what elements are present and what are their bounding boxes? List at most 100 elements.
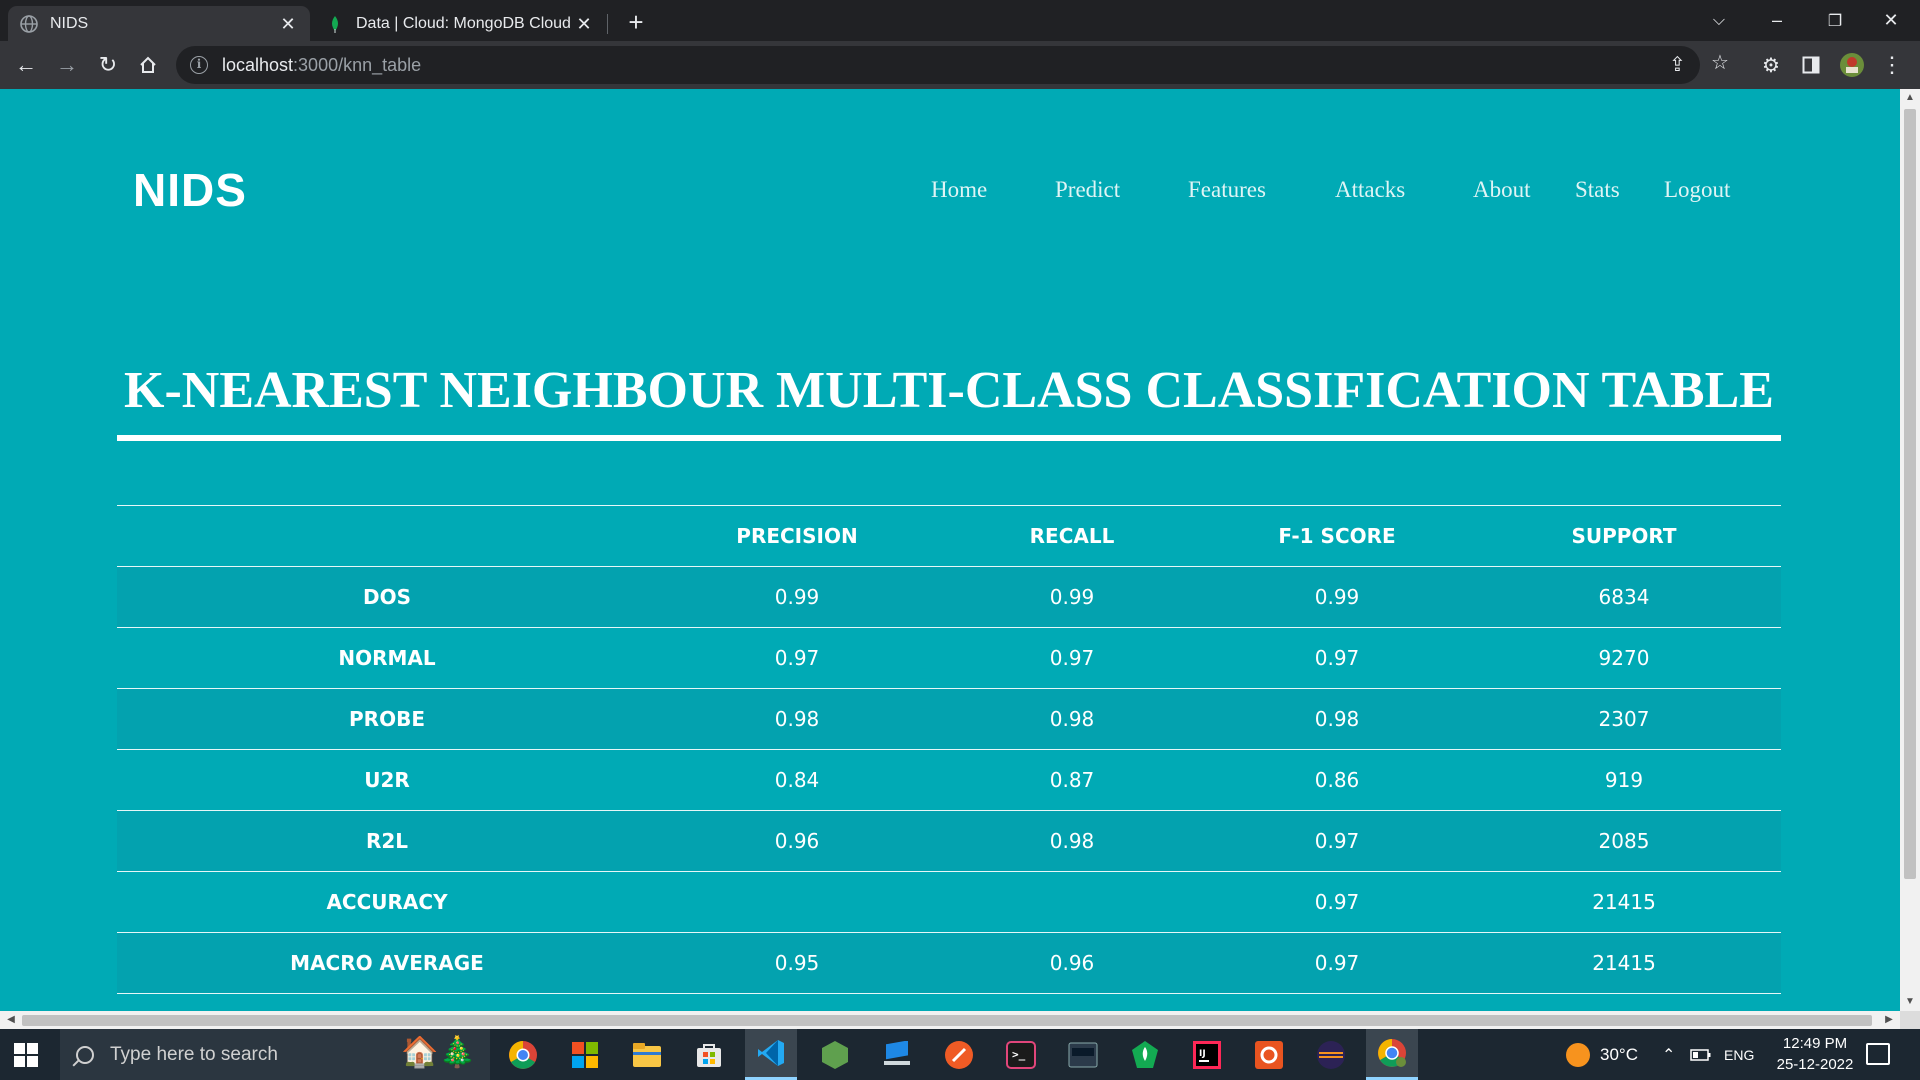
tab-title: NIDS [50,14,89,32]
nav-about[interactable]: About [1473,177,1531,203]
nav-home[interactable]: Home [931,177,987,203]
browser-toolbar: ← → ↻ i localhost:3000/knn_table ⇪ ☆ ⚙ ⋮ [0,41,1920,89]
precision-cell: 0.98 [657,688,937,750]
row-label: ACCURACY [117,871,657,933]
tab-title: Data | Cloud: MongoDB Cloud [356,14,571,32]
eclipse-icon[interactable] [1314,1038,1348,1072]
show-hidden-icons-chevron-icon[interactable]: ⌃ [1662,1029,1675,1080]
weather-temperature: 30°C [1600,1044,1638,1064]
microsoft-365-icon[interactable] [568,1038,602,1072]
table-header-row: PRECISION RECALL F-1 SCORE SUPPORT [117,505,1781,567]
side-panel-icon[interactable] [1795,49,1827,81]
title-underline [117,435,1781,441]
f1-score-cell: 0.97 [1207,871,1467,933]
chrome-icon[interactable] [506,1038,540,1072]
support-cell: 919 [1467,749,1781,811]
scroll-right-arrow-icon[interactable]: ▶ [1880,1011,1898,1029]
bookmark-star-icon[interactable]: ☆ [1711,50,1729,75]
page-content: NIDS Home Predict Features Attacks About… [0,89,1900,1011]
nav-predict[interactable]: Predict [1055,177,1120,203]
f1-score-cell: 0.86 [1207,749,1467,811]
nodejs-icon[interactable] [818,1038,852,1072]
forward-arrow-icon[interactable]: → [51,49,83,81]
profile-avatar[interactable] [1836,49,1868,81]
f1-score-cell: 0.99 [1207,566,1467,628]
weather-widget[interactable]: 30°C [1566,1029,1638,1080]
scroll-down-arrow-icon[interactable]: ▼ [1900,993,1920,1011]
restore-button[interactable]: ❐ [1806,0,1864,41]
nav-features[interactable]: Features [1188,177,1266,203]
holiday-decoration-icon: 🏠🎄 [401,1036,476,1069]
address-bar[interactable]: i localhost:3000/knn_table ⇪ ☆ [176,46,1729,84]
support-cell: 6834 [1467,566,1781,628]
scroll-left-arrow-icon[interactable]: ◀ [2,1011,20,1029]
new-tab-button[interactable]: + [622,8,650,36]
row-label: PROBE [117,688,657,750]
postman-icon[interactable] [942,1038,976,1072]
scroll-up-arrow-icon[interactable]: ▲ [1900,89,1920,107]
taskbar-search-box[interactable]: Type here to search 🏠🎄 [60,1029,490,1080]
back-arrow-icon[interactable]: ← [10,49,42,81]
extensions-icon[interactable]: ⚙ [1755,49,1787,81]
intellij-icon[interactable]: IJ [1190,1038,1224,1072]
column-header-f1-score: F-1 SCORE [1207,505,1467,567]
precision-cell: 0.96 [657,810,937,872]
reload-icon[interactable]: ↻ [92,49,124,81]
mongodb-leaf-icon [326,15,344,33]
windows-start-icon[interactable] [14,1043,38,1067]
vertical-scrollbar[interactable]: ▲ ▼ [1900,89,1920,1011]
support-cell: 9270 [1467,627,1781,689]
table-row: U2R 0.84 0.87 0.86 919 [117,749,1781,811]
horizontal-scrollbar[interactable]: ◀ ▶ [0,1011,1900,1029]
row-label: MACRO AVERAGE [117,932,657,994]
tab-nids[interactable]: NIDS ✕ [8,6,310,41]
recall-cell [937,871,1207,933]
browser-tabstrip: NIDS ✕ Data | Cloud: MongoDB Cloud ✕ + ⌵… [0,0,1920,41]
taskbar-clock[interactable]: 12:49 PM 25-12-2022 [1765,1033,1865,1075]
svg-text:IJ: IJ [1199,1049,1206,1059]
azure-data-studio-icon[interactable] [880,1038,914,1072]
microsoft-store-icon[interactable] [692,1038,726,1072]
chrome-profile-icon[interactable] [1366,1029,1418,1080]
vertical-scroll-thumb[interactable] [1904,109,1916,879]
home-icon[interactable] [132,49,164,81]
sun-icon [1566,1042,1590,1067]
column-header-precision: PRECISION [657,505,937,567]
close-tab-icon[interactable]: ✕ [278,14,298,34]
support-cell: 21415 [1467,871,1781,933]
url-path: :3000/knn_table [293,54,422,75]
tab-mongodb-cloud[interactable]: Data | Cloud: MongoDB Cloud ✕ [314,6,606,41]
browser-menu-icon[interactable]: ⋮ [1876,49,1908,81]
close-window-button[interactable]: ✕ [1862,0,1920,41]
share-icon[interactable]: ⇪ [1669,52,1686,77]
precision-cell: 0.97 [657,627,937,689]
search-placeholder: Type here to search [110,1043,278,1065]
horizontal-scroll-thumb[interactable] [22,1015,1872,1026]
file-explorer-icon[interactable] [630,1038,664,1072]
svg-text:>_: >_ [1012,1048,1026,1061]
battery-icon[interactable] [1690,1029,1712,1080]
table-row: R2L 0.96 0.98 0.97 2085 [117,810,1781,872]
notification-center-icon[interactable] [1866,1043,1890,1065]
site-info-icon[interactable]: i [190,56,208,74]
site-logo[interactable]: NIDS [133,163,247,217]
mysql-workbench-icon[interactable] [1066,1038,1100,1072]
classification-table: PRECISION RECALL F-1 SCORE SUPPORT DOS 0… [117,505,1781,994]
mongodb-compass-icon[interactable] [1128,1038,1162,1072]
precision-cell [657,871,937,933]
nav-stats[interactable]: Stats [1575,177,1620,203]
close-tab-icon[interactable]: ✕ [574,14,594,34]
recall-cell: 0.99 [937,566,1207,628]
nav-attacks[interactable]: Attacks [1335,177,1405,203]
minimize-button[interactable]: – [1748,0,1806,41]
nav-logout[interactable]: Logout [1664,177,1730,203]
table-row: DOS 0.99 0.99 0.99 6834 [117,566,1781,628]
ubuntu-icon[interactable] [1252,1038,1286,1072]
vscode-icon[interactable] [745,1029,797,1080]
column-header-recall: RECALL [937,505,1207,567]
globe-icon [20,14,38,33]
tab-search-chevron-icon[interactable]: ⌵ [1690,0,1748,41]
page-title: K-NEAREST NEIGHBOUR MULTI-CLASS CLASSIFI… [124,362,1774,419]
language-indicator[interactable]: ENG [1724,1029,1754,1080]
terminal-icon[interactable]: >_ [1004,1038,1038,1072]
